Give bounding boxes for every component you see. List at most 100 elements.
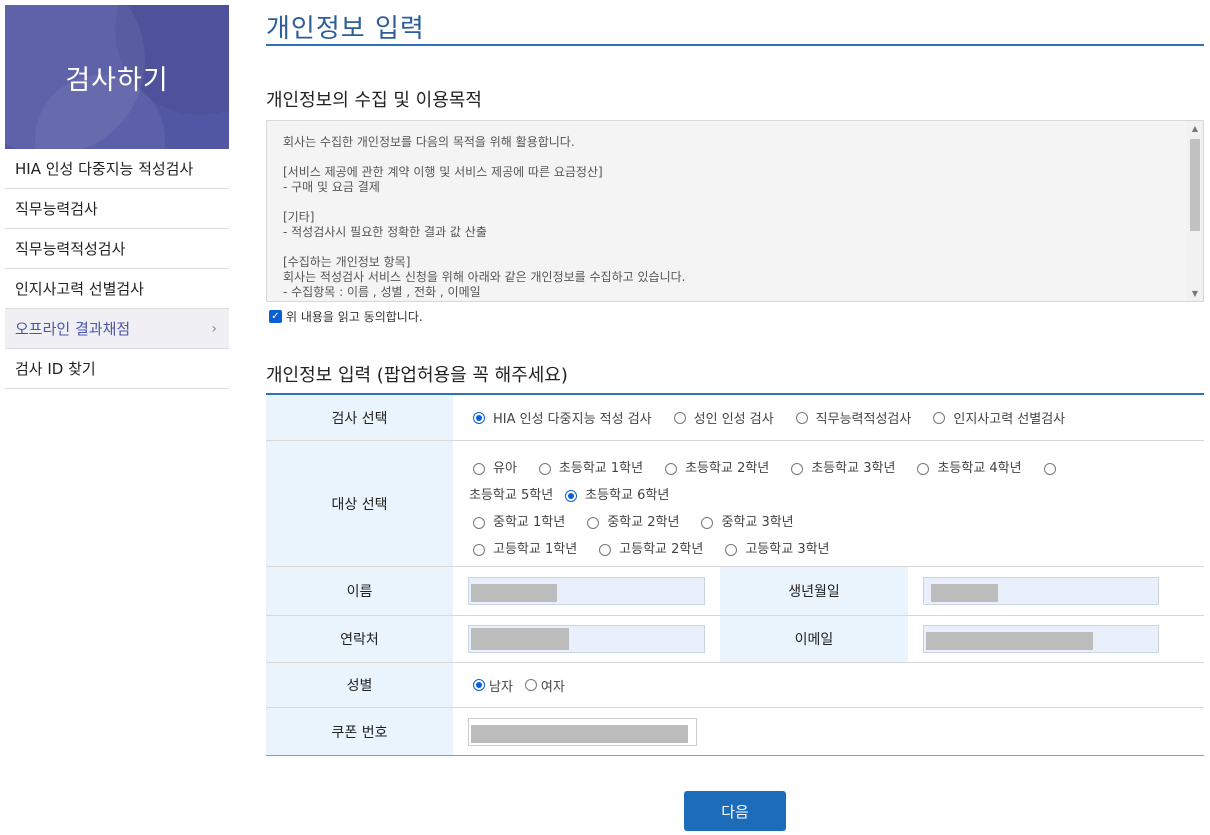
sidebar-item-label: HIA 인성 다중지능 적성검사 xyxy=(15,160,194,178)
radio-label: 중학교 3학년 xyxy=(721,515,794,530)
radio-icon xyxy=(725,543,738,556)
sidebar-banner: 검사하기 xyxy=(5,5,229,149)
sidebar-item-job-aptitude[interactable]: 직무능력적성검사 xyxy=(5,229,229,269)
radio-test-cognitive[interactable]: 인지사고력 선별검사 xyxy=(933,408,1065,427)
radio-label: 중학교 2학년 xyxy=(607,515,680,530)
radio-label: 여자 xyxy=(540,679,565,695)
radio-target-high1[interactable]: 고등학교 1학년 xyxy=(473,536,577,563)
gender-label: 성별 xyxy=(266,663,453,707)
sidebar-item-offline-scoring[interactable]: 오프라인 결과채점 › xyxy=(5,309,229,349)
radio-icon xyxy=(917,462,930,475)
radio-icon xyxy=(665,462,678,475)
radio-target-mid3[interactable]: 중학교 3학년 xyxy=(701,509,794,536)
coupon-label: 쿠폰 번호 xyxy=(266,708,453,755)
radio-icon xyxy=(673,411,686,424)
gender-row: 성별 남자 여자 xyxy=(266,663,1204,708)
coupon-input[interactable] xyxy=(468,717,697,746)
radio-icon xyxy=(933,411,946,424)
gender-options: 남자 여자 xyxy=(453,663,1204,707)
radio-label: 초등학교 3학년 xyxy=(811,461,896,476)
radio-target-mid1[interactable]: 중학교 1학년 xyxy=(473,509,565,536)
coupon-cell xyxy=(453,708,1204,755)
sidebar-item-find-id[interactable]: 검사 ID 찾기 xyxy=(5,349,229,389)
next-button[interactable]: 다음 xyxy=(684,791,786,831)
radio-target-elem3[interactable]: 초등학교 3학년 xyxy=(791,455,895,482)
name-cell xyxy=(453,567,720,615)
purpose-section-title: 개인정보의 수집 및 이용목적 xyxy=(266,90,482,111)
sidebar-menu: HIA 인성 다중지능 적성검사 직무능력검사 직무능력적성검사 인지사고력 선… xyxy=(5,149,229,389)
input-section-title: 개인정보 입력 (팝업허용을 꼭 해주세요) xyxy=(266,365,568,386)
radio-icon xyxy=(599,543,612,556)
contact-input[interactable] xyxy=(468,625,705,653)
radio-test-adult[interactable]: 성인 인성 검사 xyxy=(673,408,774,427)
radio-label: 초등학교 4학년 xyxy=(937,461,1022,476)
target-select-label: 대상 선택 xyxy=(266,441,453,566)
scroll-down-icon[interactable]: ▼ xyxy=(1187,289,1203,298)
radio-test-job-aptitude[interactable]: 직무능력적성검사 xyxy=(795,408,912,427)
radio-label: 초등학교 6학년 xyxy=(585,488,670,503)
name-input[interactable] xyxy=(468,577,705,605)
radio-gender-male[interactable]: 남자 xyxy=(473,676,513,695)
radio-label: 인지사고력 선별검사 xyxy=(953,412,1066,427)
chevron-right-icon: › xyxy=(211,320,217,337)
radio-label: 성인 인성 검사 xyxy=(693,412,774,427)
radio-icon xyxy=(473,516,485,529)
radio-icon xyxy=(473,679,485,691)
scroll-up-icon[interactable]: ▲ xyxy=(1187,124,1203,133)
radio-test-hia[interactable]: HIA 인성 다중지능 적성 검사 xyxy=(473,408,652,427)
radio-target-elem2[interactable]: 초등학교 2학년 xyxy=(665,455,769,482)
terms-box[interactable]: 회사는 수집한 개인정보를 다음의 목적을 위해 활용합니다. [서비스 제공에… xyxy=(266,120,1204,302)
radio-target-elem5-label: 초등학교 5학년 xyxy=(469,482,553,509)
radio-target-elem1[interactable]: 초등학교 1학년 xyxy=(538,455,644,482)
radio-target-elem5[interactable] xyxy=(1043,462,1064,475)
email-label: 이메일 xyxy=(720,616,908,662)
radio-label: 중학교 1학년 xyxy=(493,515,566,530)
radio-label: 초등학교 5학년 xyxy=(469,488,554,503)
radio-label: 초등학교 1학년 xyxy=(558,461,644,476)
test-select-options: HIA 인성 다중지능 적성 검사 성인 인성 검사 직무능력적성검사 인지사고… xyxy=(453,395,1204,440)
radio-target-high3[interactable]: 고등학교 3학년 xyxy=(725,536,830,563)
personal-info-form: 검사 선택 HIA 인성 다중지능 적성 검사 성인 인성 검사 직무능력적성검… xyxy=(266,393,1204,756)
name-label: 이름 xyxy=(266,567,453,615)
radio-icon xyxy=(524,679,537,691)
radio-target-mid2[interactable]: 중학교 2학년 xyxy=(587,509,679,536)
radio-icon xyxy=(587,516,600,529)
birth-cell xyxy=(908,567,1204,615)
radio-target-elem4[interactable]: 초등학교 4학년 xyxy=(917,455,1022,482)
sidebar-item-job-ability[interactable]: 직무능력검사 xyxy=(5,189,229,229)
radio-icon xyxy=(538,462,551,475)
radio-icon xyxy=(795,411,808,424)
radio-gender-female[interactable]: 여자 xyxy=(524,676,565,695)
agree-row: ✓ 위 내용을 읽고 동의합니다. xyxy=(266,308,1204,325)
radio-target-preschool[interactable]: 유아 xyxy=(473,455,517,482)
terms-text: 회사는 수집한 개인정보를 다음의 목적을 위해 활용합니다. [서비스 제공에… xyxy=(283,135,686,299)
scrollbar[interactable]: ▲ ▼ xyxy=(1187,121,1203,301)
birth-input[interactable] xyxy=(923,577,1159,605)
radio-label: 유아 xyxy=(493,461,517,476)
radio-icon xyxy=(565,489,578,502)
contact-email-row: 연락처 이메일 xyxy=(266,616,1204,663)
page-title: 개인정보 입력 xyxy=(266,0,1204,46)
email-cell xyxy=(908,616,1204,662)
coupon-row: 쿠폰 번호 xyxy=(266,708,1204,756)
agree-checkbox[interactable]: ✓ xyxy=(269,310,282,323)
radio-icon xyxy=(473,411,485,424)
radio-label: 고등학교 1학년 xyxy=(493,542,578,557)
radio-label: 직무능력적성검사 xyxy=(815,412,912,427)
email-input[interactable] xyxy=(923,625,1159,653)
sidebar-item-label: 검사 ID 찾기 xyxy=(15,360,96,378)
radio-target-elem6[interactable]: 초등학교 6학년 xyxy=(565,482,669,509)
radio-label: HIA 인성 다중지능 적성 검사 xyxy=(493,412,652,427)
radio-target-high2[interactable]: 고등학교 2학년 xyxy=(599,536,703,563)
radio-label: 고등학교 3학년 xyxy=(745,542,830,557)
sidebar-item-label: 직무능력적성검사 xyxy=(15,240,126,258)
sidebar-item-hia[interactable]: HIA 인성 다중지능 적성검사 xyxy=(5,149,229,189)
name-birth-row: 이름 생년월일 xyxy=(266,567,1204,616)
scroll-thumb[interactable] xyxy=(1190,139,1200,231)
target-select-options: 유아 초등학교 1학년 초등학교 2학년 초등학교 3학년 초등학교 4학년 초… xyxy=(453,441,1204,566)
radio-icon xyxy=(473,543,485,556)
sidebar-item-cognitive[interactable]: 인지사고력 선별검사 xyxy=(5,269,229,309)
radio-label: 초등학교 2학년 xyxy=(685,461,770,476)
sidebar-item-label: 인지사고력 선별검사 xyxy=(15,280,144,298)
agree-label: 위 내용을 읽고 동의합니다. xyxy=(286,310,423,324)
